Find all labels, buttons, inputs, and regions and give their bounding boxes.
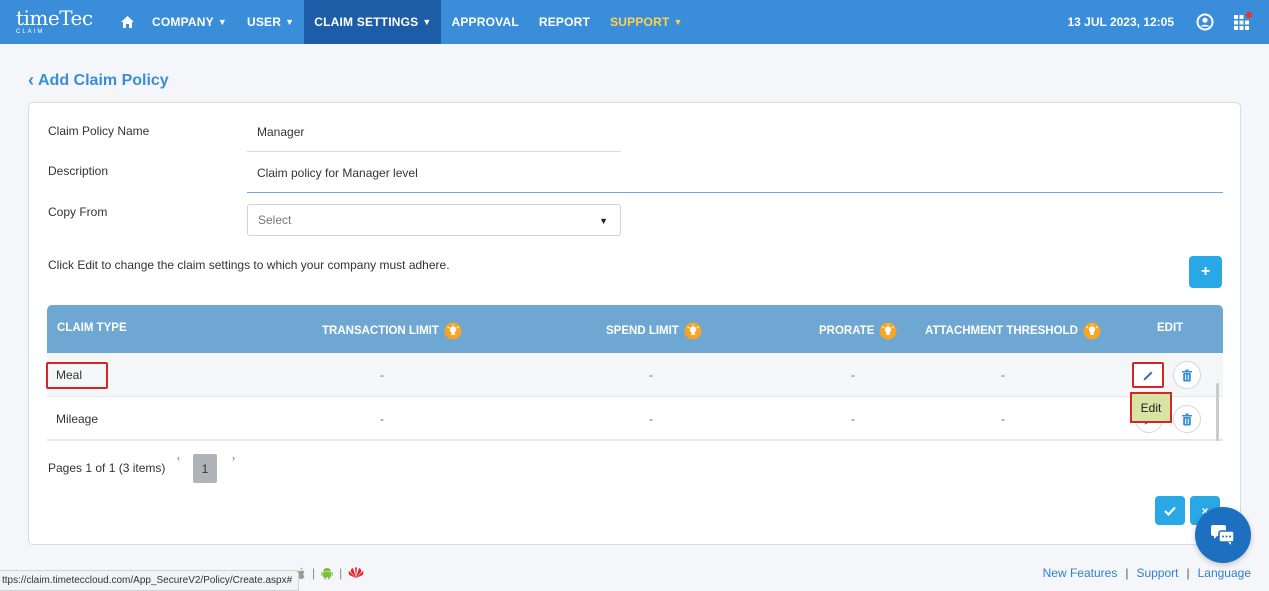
apps-grid-icon[interactable] — [1234, 11, 1252, 30]
description-input[interactable]: Claim policy for Manager level — [247, 166, 1223, 193]
app-logo[interactable]: timeTec CLAIM — [0, 0, 112, 44]
footer-new-features-link[interactable]: New Features — [1043, 566, 1118, 580]
caret-down-icon: ▼ — [599, 216, 608, 226]
logo-sub: CLAIM — [16, 29, 45, 35]
col-transaction-limit-label: TRANSACTION LIMIT — [322, 325, 439, 337]
copy-from-select[interactable]: Select ▼ — [247, 204, 621, 236]
nav-support[interactable]: SUPPORT ▼ — [600, 0, 693, 44]
datetime: 13 JUL 2023, 12:05 — [1067, 15, 1174, 29]
spend-limit-cell: - — [649, 412, 653, 426]
save-button[interactable] — [1155, 496, 1185, 525]
copy-from-label: Copy From — [48, 205, 108, 219]
caret-down-icon: ▼ — [673, 17, 683, 27]
checkmark-icon — [1164, 506, 1176, 516]
transaction-limit-cell: - — [380, 368, 384, 382]
spend-limit-cell: - — [649, 368, 653, 382]
table-scrollbar[interactable] — [1216, 383, 1219, 441]
notification-dot — [1246, 11, 1252, 18]
pager-page-1[interactable]: 1 — [193, 454, 217, 483]
caret-down-icon: ▼ — [422, 17, 432, 27]
policy-name-label: Claim Policy Name — [48, 124, 150, 138]
nav-company-label: COMPANY — [152, 15, 214, 29]
trash-icon — [1182, 369, 1192, 381]
nav-support-label: SUPPORT — [610, 15, 670, 29]
col-transaction-limit: TRANSACTION LIMIT — [322, 322, 462, 340]
col-spend-limit: SPEND LIMIT — [606, 322, 702, 340]
pager-summary: Pages 1 of 1 (3 items) — [48, 461, 166, 475]
pencil-icon — [1143, 371, 1152, 380]
chat-support-button[interactable] — [1195, 507, 1251, 563]
lightbulb-icon[interactable] — [879, 322, 897, 340]
caret-down-icon: ▼ — [285, 17, 295, 27]
footer-support-link[interactable]: Support — [1136, 566, 1178, 580]
page-title-text: Add Claim Policy — [38, 71, 169, 89]
col-prorate: PRORATE — [819, 322, 897, 340]
policy-form-card: Claim Policy Name Manager Description Cl… — [28, 102, 1241, 545]
prorate-cell: - — [851, 412, 855, 426]
attachment-threshold-cell: - — [1001, 368, 1005, 382]
col-edit: EDIT — [1157, 322, 1183, 334]
nav-claim-settings[interactable]: CLAIM SETTINGS ▼ — [304, 0, 442, 44]
browser-status-bar: ttps://claim.timeteccloud.com/App_Secure… — [0, 570, 300, 591]
pager-prev-button[interactable]: ‹ — [177, 453, 180, 463]
logo-text: timeTec — [16, 6, 93, 30]
col-spend-limit-label: SPEND LIMIT — [606, 325, 679, 337]
footer-separator: | — [312, 566, 316, 580]
footer-right-links: New Features | Support | Language — [1043, 566, 1251, 580]
nav-user[interactable]: USER ▼ — [237, 0, 304, 44]
footer-separator: | — [1186, 566, 1190, 580]
chat-icon — [1211, 525, 1235, 545]
col-edit-label: EDIT — [1157, 322, 1184, 334]
edit-button[interactable] — [1132, 362, 1164, 388]
android-icon[interactable] — [321, 567, 333, 580]
page-title[interactable]: ‹ Add Claim Policy — [28, 70, 169, 91]
description-label: Description — [48, 164, 109, 178]
footer-separator: | — [1125, 566, 1129, 580]
nav-company[interactable]: COMPANY ▼ — [142, 0, 237, 44]
footer-separator: | — [339, 566, 343, 580]
top-nav-bar: timeTec CLAIM COMPANY ▼ USER ▼ CLAIM SETTI… — [0, 0, 1269, 44]
transaction-limit-cell: - — [380, 412, 384, 426]
nav-report-label: REPORT — [538, 15, 591, 29]
copy-from-value: Select — [258, 213, 292, 227]
huawei-icon[interactable] — [348, 567, 364, 579]
claim-table-header: CLAIM TYPE TRANSACTION LIMIT SPEND LIMIT… — [47, 305, 1223, 353]
lightbulb-icon[interactable] — [444, 322, 462, 340]
footer-language-link[interactable]: Language — [1198, 566, 1251, 580]
col-claim-type-label: CLAIM TYPE — [57, 322, 127, 334]
prorate-cell: - — [851, 368, 855, 382]
delete-button[interactable] — [1173, 405, 1201, 433]
lightbulb-icon[interactable] — [1083, 322, 1101, 340]
nav-user-label: USER — [246, 15, 282, 29]
nav-report[interactable]: REPORT — [529, 0, 600, 44]
home-icon[interactable] — [112, 15, 142, 29]
col-attachment-threshold-label: ATTACHMENT THRESHOLD — [925, 325, 1078, 337]
caret-down-icon: ▼ — [217, 17, 227, 27]
nav-claim-settings-label: CLAIM SETTINGS — [314, 15, 419, 29]
trash-icon — [1182, 413, 1192, 425]
nav-approval-label: APPROVAL — [451, 15, 519, 29]
top-right-area: 13 JUL 2023, 12:05 — [1067, 0, 1269, 44]
user-profile-icon[interactable] — [1196, 13, 1214, 31]
delete-button[interactable] — [1173, 361, 1201, 389]
table-row: Mileage - - - - — [47, 397, 1223, 441]
col-attachment-threshold: ATTACHMENT THRESHOLD — [925, 322, 1101, 340]
add-claim-type-button[interactable]: + — [1189, 256, 1222, 288]
chevron-left-icon[interactable]: ‹ — [28, 70, 34, 91]
pager-next-button[interactable]: › — [232, 453, 235, 463]
claim-type-cell[interactable]: Mileage — [56, 412, 98, 426]
instructions-text: Click Edit to change the claim settings … — [48, 258, 450, 272]
attachment-threshold-cell: - — [1001, 412, 1005, 426]
meal-highlight-box — [46, 362, 108, 389]
table-row: Meal - - - - — [47, 353, 1223, 397]
lightbulb-icon[interactable] — [684, 322, 702, 340]
col-prorate-label: PRORATE — [819, 325, 875, 337]
col-claim-type: CLAIM TYPE — [57, 322, 127, 334]
edit-tooltip: Edit — [1130, 392, 1172, 423]
policy-name-input[interactable]: Manager — [247, 125, 621, 152]
nav-approval[interactable]: APPROVAL — [441, 0, 528, 44]
